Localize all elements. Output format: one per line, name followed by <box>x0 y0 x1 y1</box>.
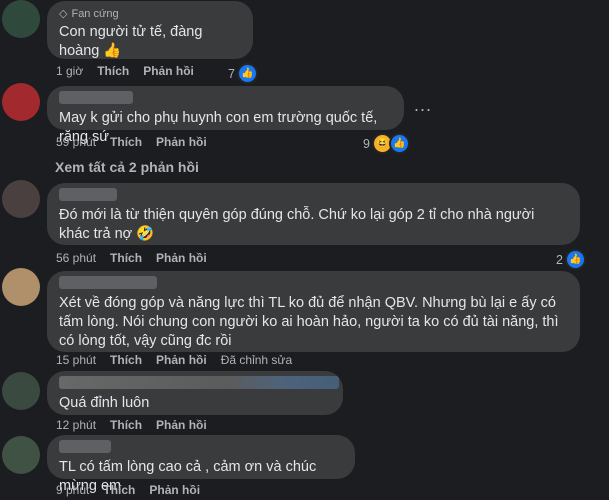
author-name-redacted <box>59 440 111 453</box>
comment-text: Con người tử tế, đàng hoàng 👍 <box>59 24 203 59</box>
diamond-icon: ◇ <box>59 8 68 20</box>
like-icon: 👍 <box>564 249 586 270</box>
comment-bubble: May k gửi cho phụ huynh con em trường qu… <box>47 86 404 145</box>
reply-button[interactable]: Phản hồi <box>156 135 207 149</box>
comment-text: Đó mới là từ thiện quyên góp đúng chỗ. C… <box>59 207 535 242</box>
avatar[interactable] <box>2 83 40 121</box>
author-name-redacted <box>59 276 157 289</box>
author-name-redacted <box>59 188 117 201</box>
reply-button[interactable]: Phản hồi <box>149 483 200 497</box>
comment-time[interactable]: 56 phút <box>56 251 96 265</box>
comment-bubble: ◇ Fan cứng Con người tử tế, đàng hoàng 👍 <box>47 1 253 59</box>
like-button[interactable]: Thích <box>110 135 142 149</box>
comment-actions: 15 phút Thích Phản hồi Đã chỉnh sửa <box>56 353 292 367</box>
comment-actions: 1 giờ Thích Phản hồi <box>56 64 194 78</box>
comment-time[interactable]: 15 phút <box>56 353 96 367</box>
reply-button[interactable]: Phản hồi <box>156 418 207 432</box>
avatar[interactable] <box>2 436 40 474</box>
reaction-summary[interactable]: 7 👍 <box>228 63 258 84</box>
comment-text: Xét về đóng góp và năng lực thì TL ko đủ… <box>59 295 559 349</box>
reply-button[interactable]: Phản hồi <box>156 251 207 265</box>
like-button[interactable]: Thích <box>110 251 142 265</box>
comment-bubble: Đó mới là từ thiện quyên góp đúng chỗ. C… <box>47 183 580 245</box>
reaction-summary[interactable]: 9 😆 👍 <box>363 133 410 154</box>
fan-badge: ◇ Fan cứng <box>59 7 119 21</box>
comment-bubble: TL có tấm lòng cao cả , cảm ơn và chúc m… <box>47 435 355 494</box>
avatar[interactable] <box>2 372 40 410</box>
comment-time[interactable]: 59 phút <box>56 135 96 149</box>
author-name-redacted <box>59 376 339 389</box>
comment-text: Quá đỉnh luôn <box>59 395 150 411</box>
author-name-redacted <box>59 91 133 104</box>
comment-actions: 56 phút Thích Phản hồi <box>56 251 207 265</box>
avatar[interactable] <box>2 0 40 38</box>
reaction-summary[interactable]: 2 👍 <box>556 249 586 270</box>
comment-actions: 59 phút Thích Phản hồi <box>56 135 207 149</box>
comment-time[interactable]: 12 phút <box>56 418 96 432</box>
avatar[interactable] <box>2 268 40 306</box>
more-options-icon[interactable]: ... <box>414 95 432 116</box>
like-button[interactable]: Thích <box>97 64 129 78</box>
comment-bubble: Xét về đóng góp và năng lực thì TL ko đủ… <box>47 271 580 352</box>
view-replies-link[interactable]: Xem tất cả 2 phản hồi <box>55 159 199 175</box>
avatar[interactable] <box>2 180 40 218</box>
comment-actions: 9 phút Thích Phản hồi <box>56 483 200 497</box>
edited-label[interactable]: Đã chỉnh sửa <box>221 353 292 367</box>
comment-time[interactable]: 9 phút <box>56 483 89 497</box>
comment-time[interactable]: 1 giờ <box>56 64 83 78</box>
like-button[interactable]: Thích <box>110 418 142 432</box>
reply-button[interactable]: Phản hồi <box>156 353 207 367</box>
like-icon: 👍 <box>388 133 410 154</box>
like-icon: 👍 <box>236 63 258 84</box>
comment-bubble: Quá đỉnh luôn <box>47 371 343 415</box>
like-button[interactable]: Thích <box>110 353 142 367</box>
like-button[interactable]: Thích <box>103 483 135 497</box>
reply-button[interactable]: Phản hồi <box>143 64 194 78</box>
comment-actions: 12 phút Thích Phản hồi <box>56 418 207 432</box>
